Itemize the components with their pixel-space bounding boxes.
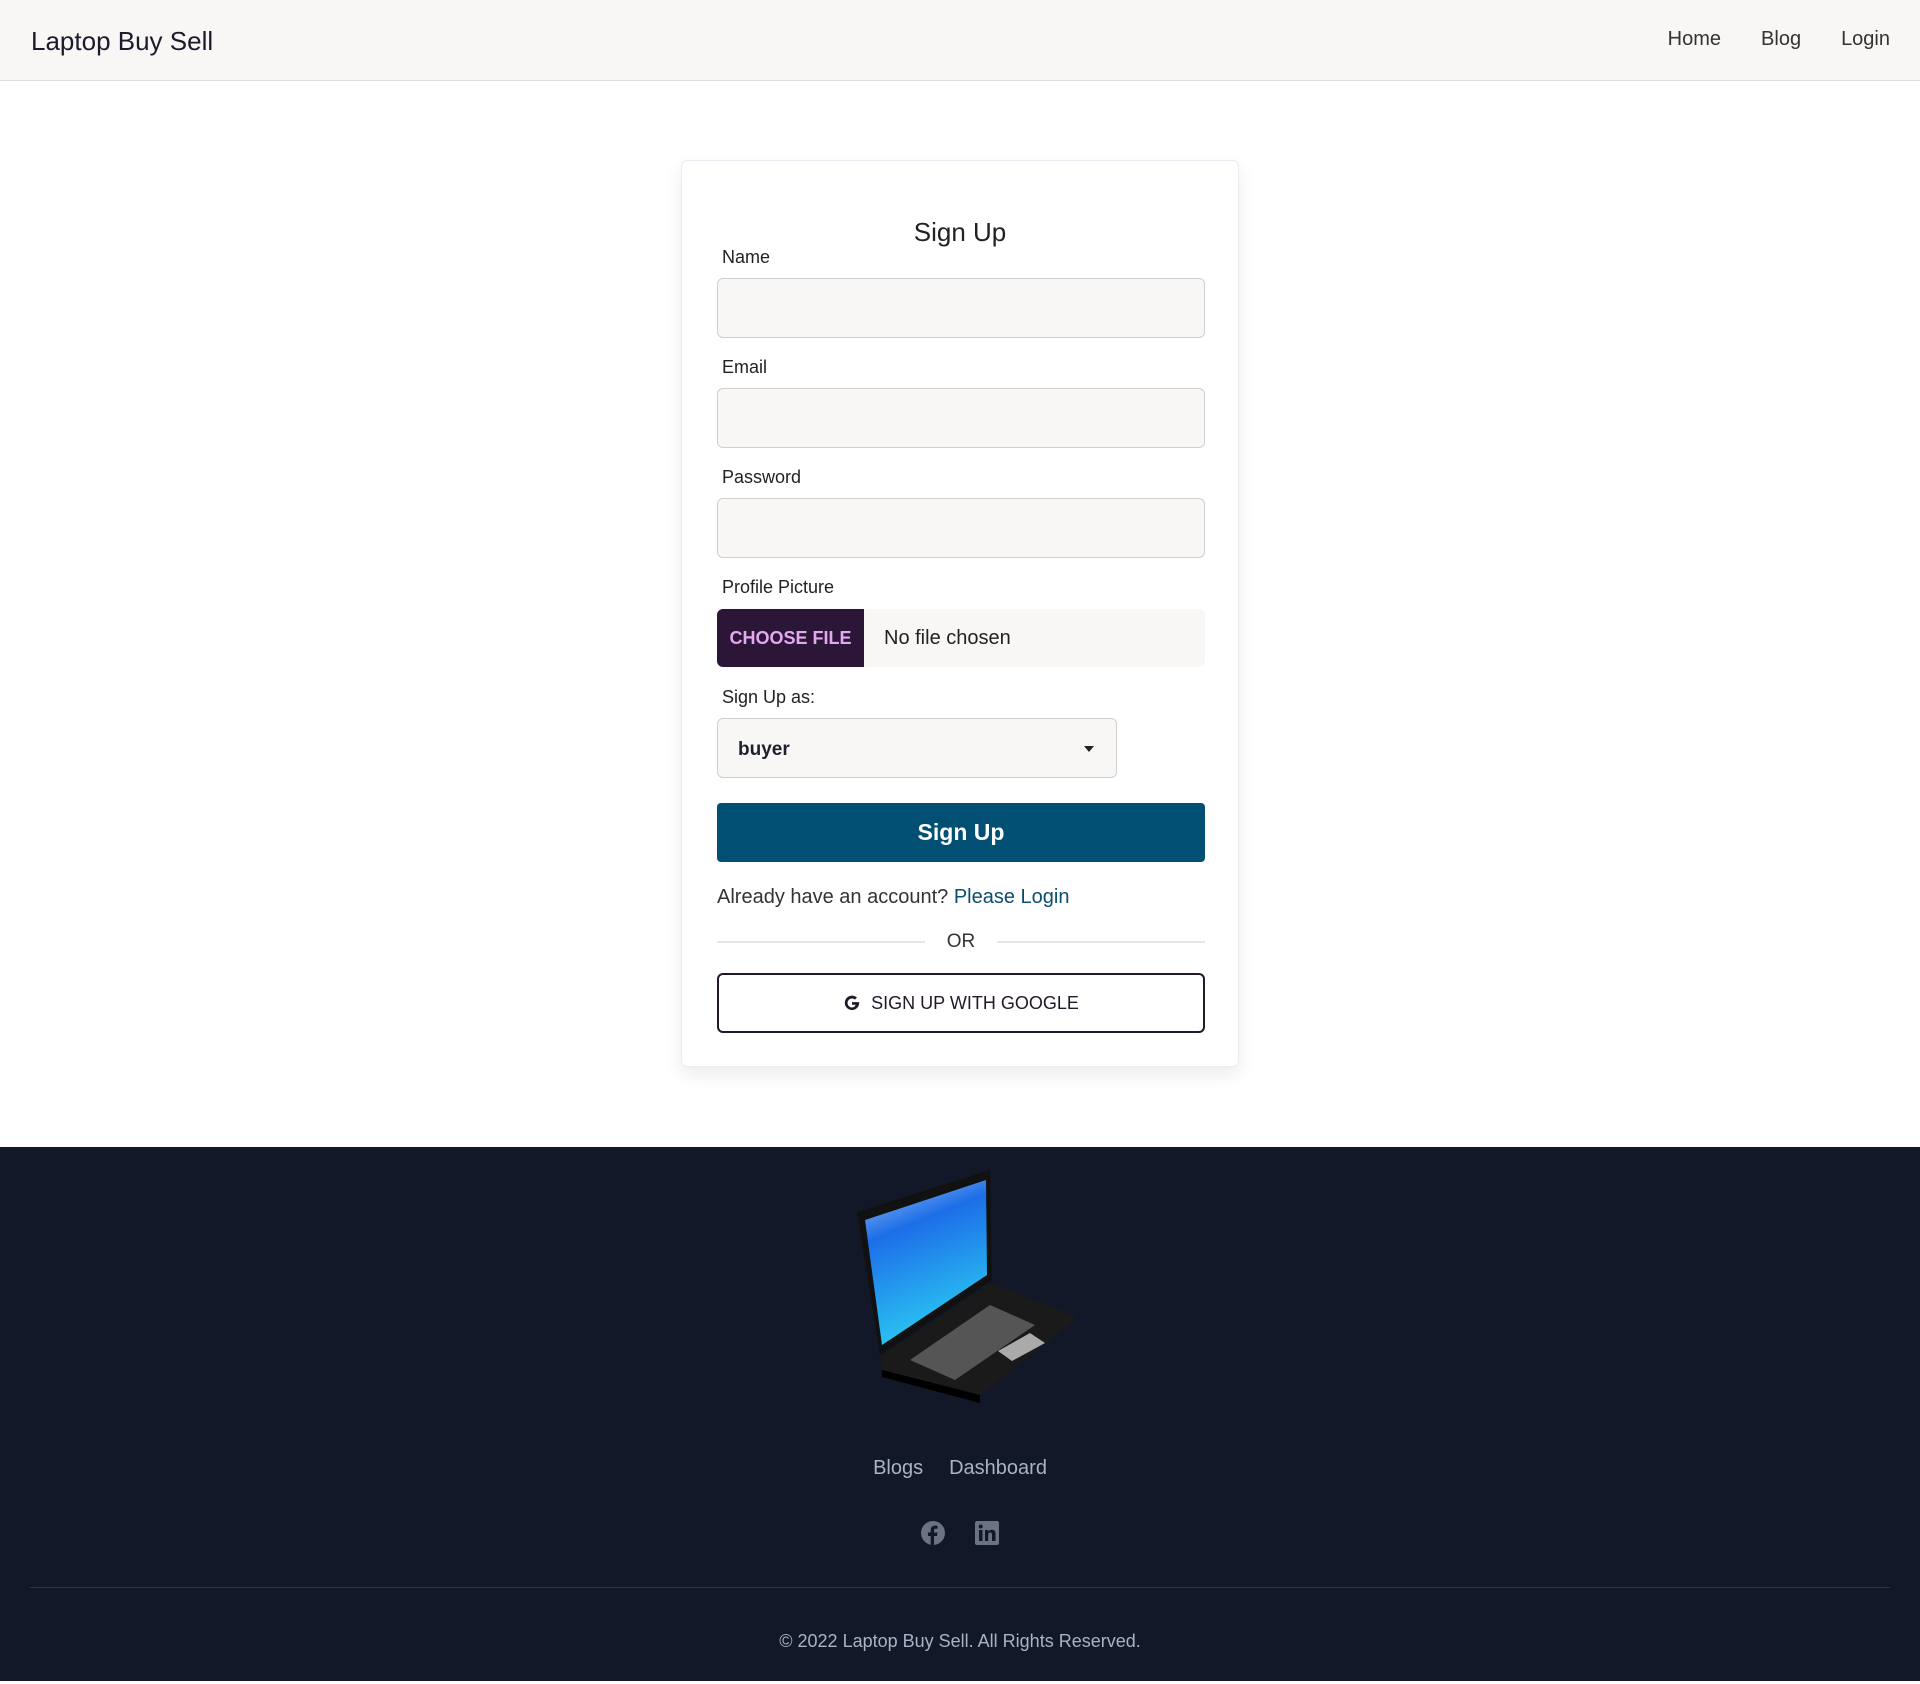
file-status: No file chosen [884,626,1011,649]
sign-up-button[interactable]: Sign Up [717,803,1205,862]
role-label: Sign Up as: [722,687,816,707]
password-input[interactable] [717,498,1205,558]
facebook-icon[interactable] [921,1521,945,1545]
nav-login[interactable]: Login [1841,28,1890,51]
brand-logo[interactable]: Laptop Buy Sell [31,26,213,57]
or-text: OR [946,931,976,952]
file-input[interactable]: CHOOSE FILE No file chosen [717,609,1205,667]
role-value: buyer [738,739,790,760]
login-prompt-text: Already have an account? [717,886,949,908]
copyright: © 2022 Laptop Buy Sell. All Rights Reser… [779,1631,1141,1651]
email-input[interactable] [717,388,1205,448]
navbar: Laptop Buy Sell Home Blog Login [0,0,1920,81]
nav-blog[interactable]: Blog [1761,28,1801,51]
footer-link-dashboard[interactable]: Dashboard [949,1457,1047,1480]
choose-file-button[interactable]: CHOOSE FILE [717,609,864,667]
login-link[interactable]: Please Login [954,886,1070,908]
google-signup-label: SIGN UP WITH GOOGLE [871,992,1079,1013]
google-signup-button[interactable]: SIGN UP WITH GOOGLE [717,973,1205,1033]
role-select[interactable]: buyer [717,718,1117,778]
google-icon [844,995,860,1011]
password-label: Password [722,467,802,487]
login-prompt: Already have an account? Please Login [717,886,1070,909]
profile-picture-label: Profile Picture [722,577,835,597]
or-divider: OR [717,931,1205,953]
laptop-logo [857,1170,1078,1403]
footer: Blogs Dashboard © 2022 Laptop Buy Sell. … [0,1147,1920,1681]
footer-divider [30,1587,1890,1588]
signup-card: Sign Up Name Email Password Profile Pict… [681,160,1239,1067]
nav-home[interactable]: Home [1668,28,1721,51]
email-label: Email [722,357,768,377]
footer-link-blogs[interactable]: Blogs [873,1457,923,1480]
linkedin-icon[interactable] [975,1521,999,1545]
page-title: Sign Up [913,217,1007,247]
name-label: Name [722,247,771,267]
caret-down-icon [1084,746,1094,752]
name-input[interactable] [717,278,1205,338]
